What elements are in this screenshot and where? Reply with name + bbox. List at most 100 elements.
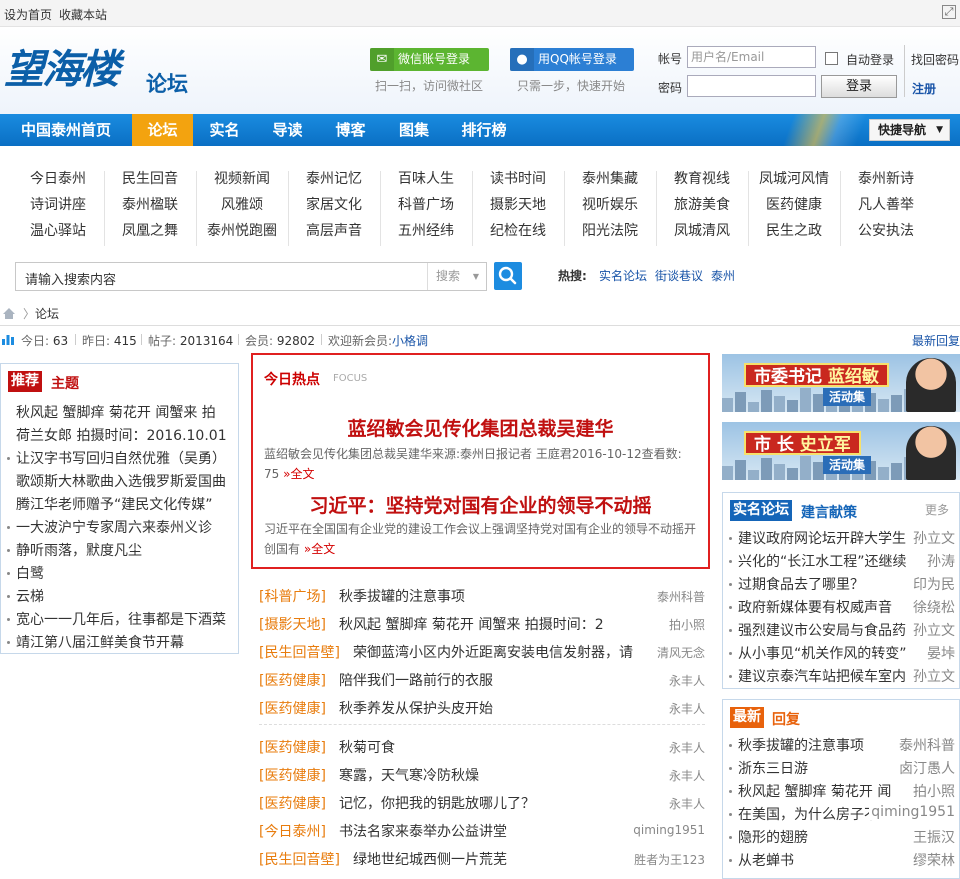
list-item[interactable]: 宽心一一几年后，往事都是下酒菜: [16, 609, 240, 629]
category-link[interactable]: 百味人生: [380, 168, 472, 188]
quick-nav-button[interactable]: 快捷导航 ▼: [869, 119, 950, 141]
thread-title-link[interactable]: 荣御蓝湾小区内外近距离安装电信发射器，请: [353, 642, 641, 662]
list-item[interactable]: 让汉字书写回归自然优雅（吴勇）: [16, 448, 240, 468]
category-link[interactable]: 视听娱乐: [564, 194, 656, 214]
category-link[interactable]: 读书时间: [472, 168, 564, 188]
nav-item[interactable]: 中国泰州首页: [0, 114, 132, 146]
thread-title-link[interactable]: 记忆，你把我的钥匙放哪儿了？: [339, 793, 641, 813]
focus-headline[interactable]: 蓝绍敏会见传化集团总裁吴建华: [253, 414, 708, 441]
search-input[interactable]: 请输入搜索内容: [25, 269, 116, 288]
author-link[interactable]: 徐绕松: [911, 597, 955, 617]
thread-author-link[interactable]: 泰州科普: [657, 588, 705, 605]
category-link[interactable]: 旅游美食: [656, 194, 748, 214]
thread-author-link[interactable]: 永丰人: [669, 700, 705, 717]
category-link[interactable]: 家居文化: [288, 194, 380, 214]
list-item[interactable]: 秋风起 蟹脚痒 菊花开 闻: [738, 781, 891, 801]
list-item[interactable]: 靖江第八届江鲜美食节开幕: [16, 632, 240, 652]
nav-item[interactable]: 导读: [256, 114, 319, 146]
author-link[interactable]: 孙立文: [911, 666, 955, 686]
thread-author-link[interactable]: 拍小照: [669, 616, 705, 633]
thread-author-link[interactable]: 清风无念: [657, 644, 705, 661]
thread-author-link[interactable]: 永丰人: [669, 739, 705, 756]
password-input[interactable]: [687, 75, 816, 97]
account-input[interactable]: 用户名/Email: [687, 46, 816, 68]
thread-author-link[interactable]: 永丰人: [669, 795, 705, 812]
thread-title-link[interactable]: 书法名家来泰举办公益讲堂: [339, 821, 641, 841]
thread-category-link[interactable]: [医药健康]: [259, 737, 326, 757]
category-link[interactable]: 泰州悦跑圈: [196, 220, 288, 240]
author-link[interactable]: 孙立文: [911, 620, 955, 640]
bookmark-link[interactable]: 收藏本站: [59, 6, 107, 23]
list-item[interactable]: 腾江华老师赠予“建民文化传媒”: [16, 494, 240, 514]
category-link[interactable]: 凤城河风情: [748, 168, 840, 188]
thread-category-link[interactable]: [今日泰州]: [259, 821, 326, 841]
qq-login-button[interactable]: ● 用QQ帐号登录: [510, 48, 634, 71]
list-item[interactable]: 政府新媒体要有权威声音: [738, 597, 892, 617]
thread-category-link[interactable]: [医药健康]: [259, 793, 326, 813]
list-item[interactable]: 歌颂斯大林歌曲入选俄罗斯爱国曲: [16, 471, 240, 491]
author-link[interactable]: 缪荣林: [911, 850, 955, 870]
category-link[interactable]: 摄影天地: [472, 194, 564, 214]
find-password-link[interactable]: 找回密码: [911, 51, 959, 68]
thread-title-link[interactable]: 秋风起 蟹脚痒 菊花开 闻蟹来 拍摄时间：2: [339, 614, 641, 634]
category-link[interactable]: 科普广场: [380, 194, 472, 214]
category-link[interactable]: 诗词讲座: [12, 194, 104, 214]
fullscreen-icon[interactable]: ⤢: [942, 5, 956, 19]
list-item[interactable]: 云梯: [16, 586, 240, 606]
login-button[interactable]: 登录: [821, 75, 897, 98]
thread-category-link[interactable]: [民生回音壁]: [259, 849, 340, 869]
list-item[interactable]: 建议京泰汽车站把候车室内: [738, 666, 906, 686]
register-link[interactable]: 注册: [912, 80, 936, 97]
category-link[interactable]: 风雅颂: [196, 194, 288, 214]
wechat-login-button[interactable]: ✉ 微信账号登录: [370, 48, 489, 71]
category-link[interactable]: 纪检在线: [472, 220, 564, 240]
thread-category-link[interactable]: [民生回音壁]: [259, 642, 340, 662]
category-link[interactable]: 凡人善举: [840, 194, 932, 214]
thread-title-link[interactable]: 陪伴我们一路前行的衣服: [339, 670, 641, 690]
list-item[interactable]: 从小事见“机关作风的转变”: [738, 643, 907, 663]
set-home-link[interactable]: 设为首页: [4, 6, 52, 23]
latest-reply-link[interactable]: 最新回复: [912, 332, 960, 349]
category-link[interactable]: 公安执法: [840, 220, 932, 240]
list-item[interactable]: 过期食品去了哪里？: [738, 574, 864, 594]
nav-item[interactable]: 博客: [319, 114, 382, 146]
thread-title-link[interactable]: 绿地世纪城西侧一片荒芜: [353, 849, 641, 869]
list-item[interactable]: 荷兰女郎 拍摄时间：2016.10.01: [16, 425, 240, 445]
logo[interactable]: 望海楼: [4, 37, 120, 95]
home-icon[interactable]: [2, 307, 16, 320]
category-link[interactable]: 泰州新诗: [840, 168, 932, 188]
list-item[interactable]: 白鹭: [16, 563, 240, 583]
author-link[interactable]: 泰州科普: [897, 735, 955, 755]
list-item[interactable]: 兴化的“长江水工程”还继续: [738, 551, 907, 571]
thread-author-link[interactable]: 永丰人: [669, 767, 705, 784]
thread-title-link[interactable]: 寒露，天气寒冷防秋燥: [339, 765, 641, 785]
search-type-select[interactable]: 搜索 ▼: [427, 263, 487, 290]
list-item[interactable]: 建议政府网论坛开辟大学生: [738, 528, 906, 548]
author-link[interactable]: 王振汉: [911, 827, 955, 847]
nav-item[interactable]: 图集: [382, 114, 446, 146]
author-link[interactable]: 拍小照: [911, 781, 955, 801]
thread-author-link[interactable]: 永丰人: [669, 672, 705, 689]
full-text-link[interactable]: »全文: [283, 467, 314, 481]
category-link[interactable]: 凤凰之舞: [104, 220, 196, 240]
thread-author-link[interactable]: 胜者为王123: [634, 851, 705, 868]
thread-category-link[interactable]: [摄影天地]: [259, 614, 326, 634]
category-link[interactable]: 凤城清风: [656, 220, 748, 240]
nav-item[interactable]: 排行榜: [446, 114, 522, 146]
thread-title-link[interactable]: 秋季拔罐的注意事项: [339, 586, 641, 606]
category-link[interactable]: 视频新闻: [196, 168, 288, 188]
list-item[interactable]: 在美国，为什么房子不: [738, 804, 878, 824]
author-link[interactable]: 晏垰: [925, 643, 955, 663]
list-item[interactable]: 浙东三日游: [738, 758, 808, 778]
category-link[interactable]: 民生回音: [104, 168, 196, 188]
author-link[interactable]: 孙立文: [911, 528, 955, 548]
nav-item[interactable]: 实名: [193, 114, 256, 146]
list-item[interactable]: 静听雨落，默度凡尘: [16, 540, 240, 560]
list-item[interactable]: 秋季拔罐的注意事项: [738, 735, 864, 755]
thread-category-link[interactable]: [医药健康]: [259, 765, 326, 785]
hot-link[interactable]: 泰州: [711, 267, 735, 284]
author-link[interactable]: 卤汀愚人: [897, 758, 955, 778]
nav-item[interactable]: 论坛: [132, 114, 193, 146]
focus-headline[interactable]: 习近平：坚持党对国有企业的领导不动摇: [253, 491, 708, 518]
newest-member-link[interactable]: 小格调: [392, 334, 428, 348]
